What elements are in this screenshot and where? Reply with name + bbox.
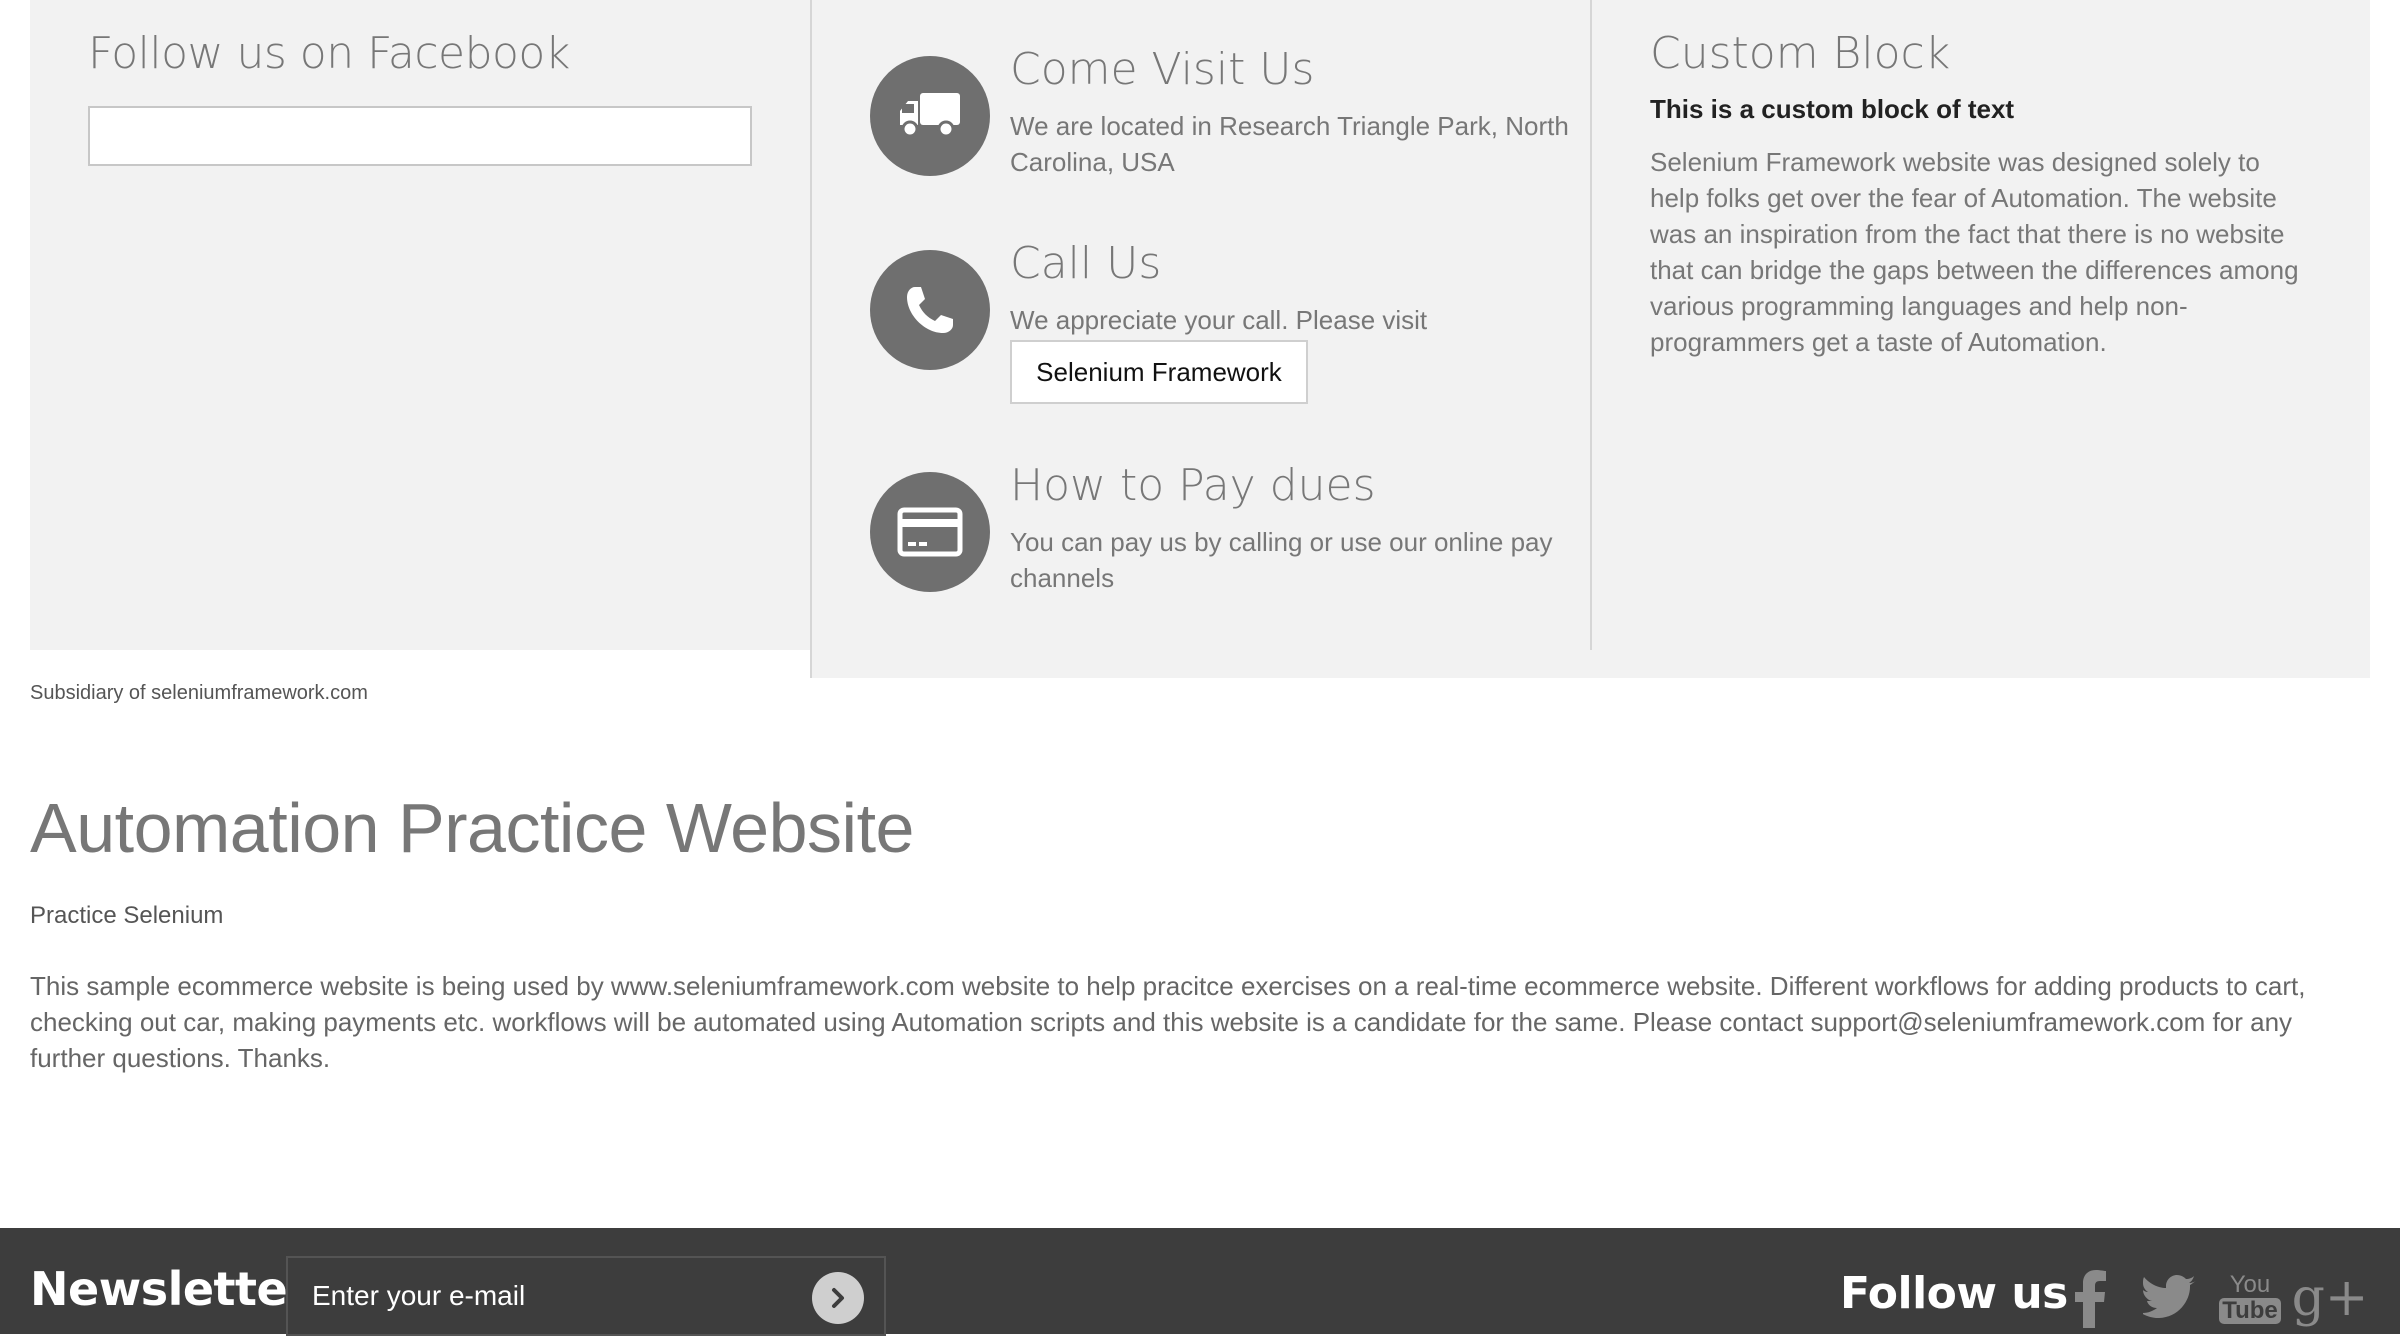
chevron-right-icon bbox=[832, 1288, 844, 1308]
call-text: We appreciate your call. Please visit bbox=[1010, 305, 1428, 335]
newsletter-email-input[interactable] bbox=[286, 1256, 886, 1336]
custom-block-title: Custom Block bbox=[1650, 28, 1951, 79]
page-title: Automation Practice Website bbox=[30, 789, 914, 867]
google-plus-icon-glyph: g+ bbox=[2291, 1268, 2369, 1328]
phone-icon bbox=[870, 250, 990, 370]
follow-us-label: Follow us bbox=[1840, 1268, 2068, 1319]
youtube-icon-bottom-text: Tube bbox=[2219, 1298, 2281, 1324]
facebook-icon[interactable] bbox=[2060, 1266, 2120, 1330]
pay-text: You can pay us by calling or use our onl… bbox=[1010, 527, 1553, 593]
call-title: Call Us bbox=[1010, 238, 1162, 289]
visit-text: We are located in Research Triangle Park… bbox=[1010, 111, 1569, 177]
credit-card-icon bbox=[870, 472, 990, 592]
page-subtitle: Practice Selenium bbox=[30, 902, 224, 929]
pay-title: How to Pay dues bbox=[1010, 460, 1376, 511]
youtube-icon[interactable]: You Tube bbox=[2219, 1266, 2281, 1330]
column-divider bbox=[1590, 0, 1592, 650]
page-description: This sample ecommerce website is being u… bbox=[30, 971, 2306, 1073]
selenium-framework-button[interactable]: Selenium Framework bbox=[1010, 340, 1308, 404]
newsletter-submit-button[interactable] bbox=[812, 1272, 864, 1324]
newsletter-label: Newsletter bbox=[30, 1262, 310, 1316]
facebook-panel bbox=[30, 0, 810, 650]
twitter-icon[interactable] bbox=[2140, 1266, 2200, 1330]
truck-icon bbox=[870, 56, 990, 176]
visit-title: Come Visit Us bbox=[1010, 44, 1315, 95]
facebook-widget-box[interactable] bbox=[88, 106, 752, 166]
custom-block-subtitle: This is a custom block of text bbox=[1650, 94, 2015, 124]
google-plus-icon[interactable]: g+ bbox=[2292, 1266, 2369, 1330]
youtube-icon-top-text: You bbox=[2229, 1271, 2271, 1298]
facebook-title: Follow us on Facebook bbox=[88, 28, 570, 79]
custom-block-text: Selenium Framework website was designed … bbox=[1650, 147, 2299, 357]
subsidiary-text: Subsidiary of seleniumframework.com bbox=[30, 682, 368, 704]
